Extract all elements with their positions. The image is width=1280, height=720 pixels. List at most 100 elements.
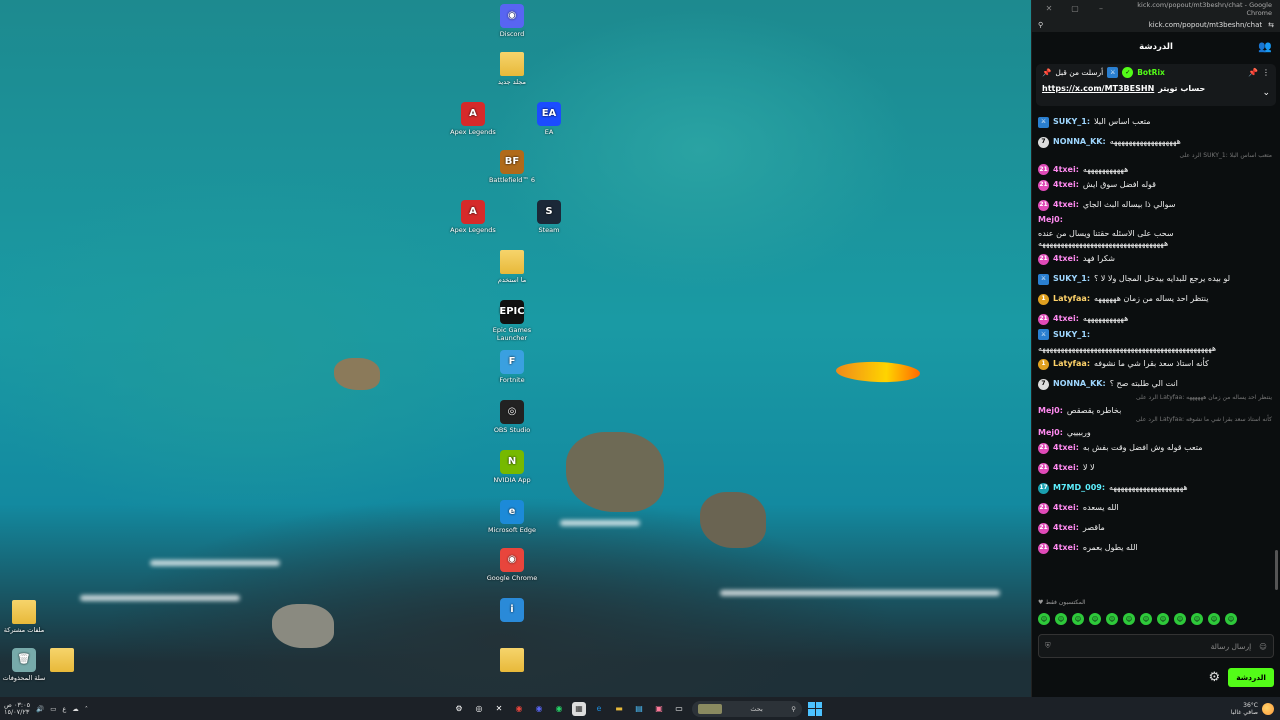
chat-message[interactable]: 1 Latyfaa: كأنه استاذ سعد بقرا شي ما نشوفه xyxy=(1038,354,1272,374)
chrome-icon[interactable]: ◉ xyxy=(512,702,526,716)
weather-widget[interactable]: 36°C صافي غالبا xyxy=(1231,702,1274,716)
chat-messages[interactable]: ⚔ SUKY_1: متعب اساس البلا 7 NONNA_KK: ههههههه… xyxy=(1038,112,1272,592)
chat-message[interactable]: ⚔ SUKY_1: هههههههههههههههههههههههههههههههه… xyxy=(1038,329,1272,354)
chat-message[interactable]: 7 NONNA_KK: انت الي طلبته صح ؟ xyxy=(1038,374,1272,394)
desktop-icon[interactable]: ◉ Google Chrome xyxy=(483,548,541,582)
desktop-icon[interactable]: ما استخدم xyxy=(483,250,541,284)
chat-username[interactable]: 4txei: xyxy=(1053,523,1079,533)
task-view-icon[interactable]: ▭ xyxy=(672,702,686,716)
chat-message[interactable]: 21 4txei: قوله افضل سوق ايش xyxy=(1038,175,1272,195)
chat-username[interactable]: 4txei: xyxy=(1053,200,1079,210)
chat-message[interactable]: 21 4txei: الله يسعده xyxy=(1038,498,1272,518)
unpin-icon[interactable]: 📌 xyxy=(1248,68,1258,77)
desktop-icon[interactable]: A Apex Legends xyxy=(444,102,502,136)
chat-username[interactable]: 4txei: xyxy=(1053,543,1079,553)
desktop-icon[interactable]: e Microsoft Edge xyxy=(483,500,541,534)
gear-icon[interactable]: ⚙ xyxy=(1209,670,1221,685)
desktop-icon[interactable]: S Steam xyxy=(520,200,578,234)
emote-icon[interactable]: ☺ xyxy=(1174,613,1186,625)
chat-username[interactable]: Mej0: xyxy=(1038,215,1063,225)
chat-username[interactable]: NONNA_KK: xyxy=(1053,137,1106,147)
chat-message[interactable]: 21 4txei: متعب قوله وش افضل وقت بفش به xyxy=(1038,438,1272,458)
maximize-icon[interactable]: ▢ xyxy=(1062,4,1088,13)
emote-icon[interactable]: ☺ xyxy=(1225,613,1237,625)
emote-icon[interactable]: ☺ xyxy=(1208,613,1220,625)
chat-username[interactable]: 4txei: xyxy=(1053,254,1079,264)
chat-message[interactable]: 17 M7MD_009: ههههههههههههههههههههه xyxy=(1038,478,1272,498)
calendar-icon[interactable]: ▦ xyxy=(572,701,586,716)
emote-icon[interactable]: ☺ xyxy=(1038,613,1050,625)
chat-message[interactable]: 21 4txei: سوالي ذا بيساله البث الجاي xyxy=(1038,195,1272,215)
chat-message[interactable]: Mej0: سحب على الاسئله حقتنا ويسال من عنده… xyxy=(1038,215,1272,249)
desktop-icon[interactable]: EA EA xyxy=(520,102,578,136)
desktop-icon[interactable]: EPIC Epic Games Launcher xyxy=(483,300,541,342)
clock-date[interactable]: ١٥/٠٧/٢٣ xyxy=(4,708,30,716)
capcut-icon[interactable]: ✕ xyxy=(492,702,506,716)
chat-message[interactable]: ⚔ SUKY_1: لو بيده يرجع للبدايه بيدخل المجا… xyxy=(1038,269,1272,289)
chat-username[interactable]: 4txei: xyxy=(1053,165,1079,175)
chat-popout-window[interactable]: ✕ ▢ – kick.com/popout/mt3beshn/chat - Go… xyxy=(1031,0,1280,697)
window-titlebar[interactable]: ✕ ▢ – kick.com/popout/mt3beshn/chat - Go… xyxy=(1032,0,1280,17)
taskbar-search[interactable]: بحث ⚲ xyxy=(692,700,802,717)
chat-message[interactable]: الرد على Latyfaa: كأنه استاذ سعد بقرا شي… xyxy=(1038,416,1272,438)
volume-icon[interactable]: 🔊 xyxy=(36,705,44,713)
whatsapp-icon[interactable]: ◉ xyxy=(552,702,566,716)
emoji-icon[interactable]: ☺ xyxy=(1259,642,1267,651)
chat-message[interactable]: الرد على Latyfaa: ينتظر احد يساله من زما… xyxy=(1038,394,1272,416)
chat-message[interactable]: 21 4txei: الله يطول بعمره xyxy=(1038,538,1272,558)
tune-icon[interactable]: ⇆ xyxy=(1268,21,1274,29)
emote-icon[interactable]: ☺ xyxy=(1106,613,1118,625)
emote-icon[interactable]: ☺ xyxy=(1140,613,1152,625)
obs-icon[interactable]: ◎ xyxy=(472,702,486,716)
chat-username[interactable]: SUKY_1: xyxy=(1053,117,1090,127)
desktop-icon[interactable]: A Apex Legends xyxy=(444,200,502,234)
photos-icon[interactable]: ▣ xyxy=(652,702,666,716)
minimize-icon[interactable]: – xyxy=(1088,4,1114,13)
emote-icon[interactable]: ☺ xyxy=(1072,613,1084,625)
chat-username[interactable]: SUKY_1: xyxy=(1053,330,1090,340)
edge-icon[interactable]: e xyxy=(592,702,606,716)
pinned-bot-name[interactable]: BotRix xyxy=(1137,68,1165,77)
close-icon[interactable]: ✕ xyxy=(1036,4,1062,13)
pinned-message[interactable]: 📌 أرسلت من قبل ⚔ ✓ BotRix https://x.com/… xyxy=(1036,64,1276,106)
users-icon[interactable]: 👥 xyxy=(1258,40,1272,53)
chevron-down-icon[interactable]: ⌄ xyxy=(1262,88,1270,98)
chat-username[interactable]: 4txei: xyxy=(1053,463,1079,473)
chat-message[interactable]: 21 4txei: لا لا xyxy=(1038,458,1272,478)
system-tray[interactable]: ٠٣:٠٥ ص ١٥/٠٧/٢٣ 🔊 ▭ ع ☁ ˄ xyxy=(4,701,88,716)
desktop-icon[interactable] xyxy=(33,648,91,674)
chat-username[interactable]: SUKY_1: xyxy=(1053,274,1090,284)
desktop-icon[interactable]: ◎ OBS Studio xyxy=(483,400,541,434)
chat-message[interactable]: 21 4txei: هههههههههههه xyxy=(1038,309,1272,329)
address-bar[interactable]: ⚲ kick.com/popout/mt3beshn/chat ⇆ xyxy=(1032,17,1280,32)
reply-context[interactable]: الرد على Latyfaa: كأنه استاذ سعد بقرا شي… xyxy=(1038,416,1272,424)
reply-context[interactable]: الرد على Latyfaa: ينتظر احد يساله من زما… xyxy=(1038,394,1272,402)
emote-icon[interactable]: ☺ xyxy=(1157,613,1169,625)
message-input[interactable]: ⛨ إرسال رسالة ☺ xyxy=(1038,634,1274,658)
emote-icon[interactable]: ☺ xyxy=(1191,613,1203,625)
chat-username[interactable]: Mej0: xyxy=(1038,406,1063,416)
discord-icon[interactable]: ◉ xyxy=(532,702,546,716)
desktop-icon[interactable]: i xyxy=(483,598,541,624)
scrollbar[interactable] xyxy=(1275,550,1278,590)
chat-message[interactable]: 7 NONNA_KK: ههههههههههههههههههه xyxy=(1038,132,1272,152)
reply-context[interactable]: الرد على SUKY_1: متعب اساس البلا xyxy=(1038,152,1272,160)
network-icon[interactable]: ▭ xyxy=(50,705,56,713)
chat-username[interactable]: 4txei: xyxy=(1053,503,1079,513)
pinned-link[interactable]: https://x.com/MT3BESHN xyxy=(1042,84,1154,93)
chat-message[interactable]: 21 4txei: ماقصر xyxy=(1038,518,1272,538)
store-icon[interactable]: ▤ xyxy=(632,702,646,716)
emote-icon[interactable]: ☺ xyxy=(1123,613,1135,625)
desktop-icon[interactable]: F Fortnite xyxy=(483,350,541,384)
chevron-up-icon[interactable]: ˄ xyxy=(85,705,88,713)
more-options-icon[interactable]: ⋮ xyxy=(1262,68,1270,77)
start-button-icon[interactable] xyxy=(808,701,822,716)
chat-username[interactable]: Mej0: xyxy=(1038,428,1063,438)
chat-username[interactable]: NONNA_KK: xyxy=(1053,379,1106,389)
chat-message[interactable]: ⚔ SUKY_1: متعب اساس البلا xyxy=(1038,112,1272,132)
desktop-icon[interactable]: BF Battlefield™ 6 xyxy=(483,150,541,184)
chat-message[interactable]: الرد على SUKY_1: متعب اساس البلا 21 4txei:… xyxy=(1038,152,1272,175)
chat-username[interactable]: M7MD_009: xyxy=(1053,483,1105,493)
desktop-icon[interactable]: N NVIDIA App xyxy=(483,450,541,484)
desktop-icon[interactable]: ملفات مشتركة xyxy=(0,600,53,634)
